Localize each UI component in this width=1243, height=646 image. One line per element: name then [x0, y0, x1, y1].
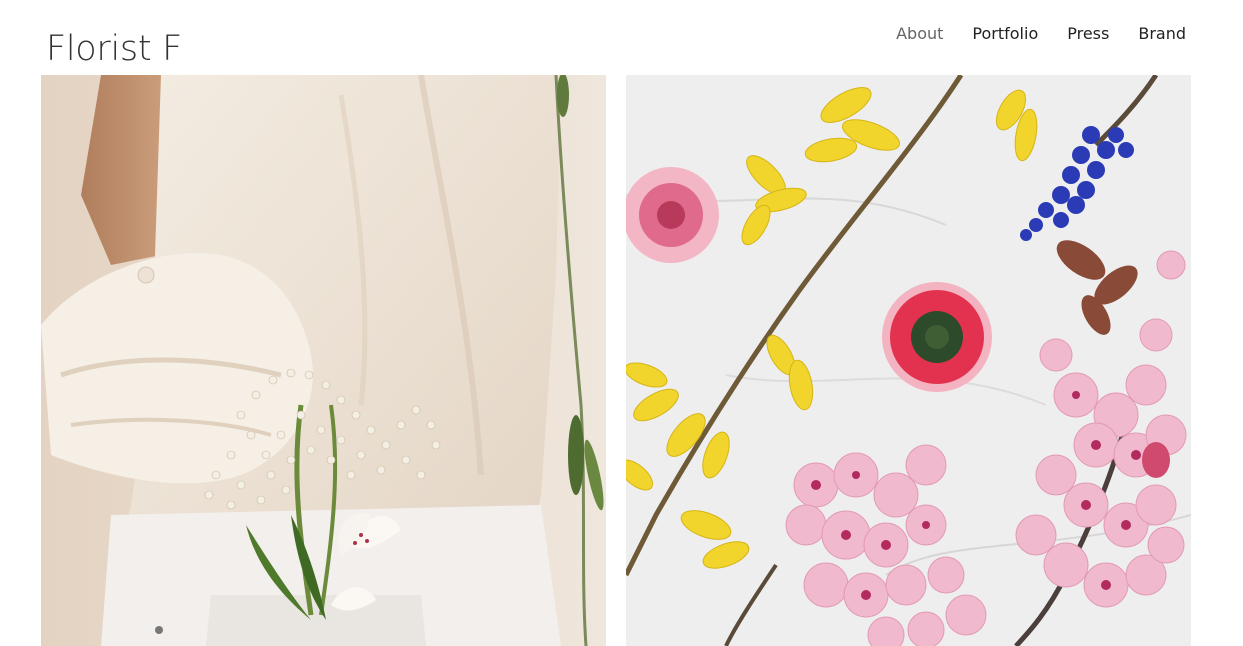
- gallery-image-flat-lay-flowers[interactable]: [626, 75, 1191, 646]
- site-header: Florist F About Portfolio Press Brand: [0, 0, 1243, 75]
- nav-item-brand[interactable]: Brand: [1138, 22, 1186, 46]
- woman-bouquet-photo: [41, 75, 606, 646]
- nav-item-about[interactable]: About: [896, 22, 943, 46]
- main-nav: About Portfolio Press Brand: [867, 22, 1186, 46]
- nav-item-press[interactable]: Press: [1067, 22, 1109, 46]
- flat-lay-flowers-photo: [626, 75, 1191, 646]
- site-logo[interactable]: Florist F: [46, 26, 182, 72]
- gallery-image-woman-bouquet[interactable]: [41, 75, 606, 646]
- nav-item-portfolio[interactable]: Portfolio: [972, 22, 1038, 46]
